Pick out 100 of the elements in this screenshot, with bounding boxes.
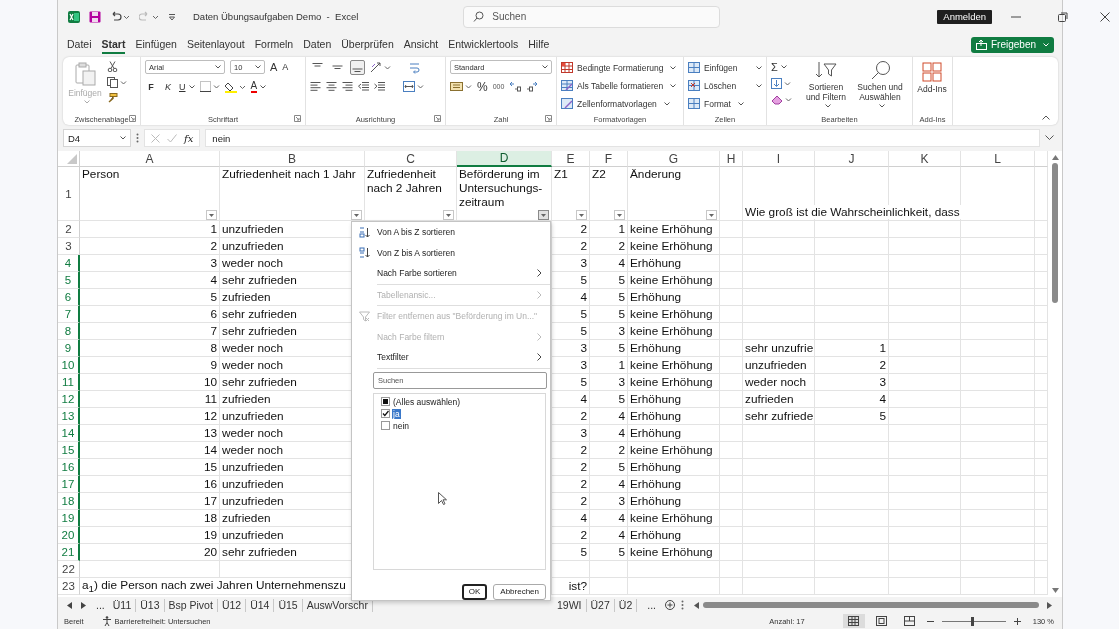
add-ins-button[interactable]: Add-Ins: [917, 60, 947, 113]
row-number[interactable]: 18: [58, 493, 80, 510]
menu-tab[interactable]: Ansicht: [403, 35, 439, 54]
underline-button[interactable]: U: [179, 80, 195, 93]
row-number[interactable]: 11: [58, 374, 80, 391]
sheet-tab[interactable]: Ü12: [217, 598, 247, 612]
sheet-tab[interactable]: Ü2: [614, 598, 638, 612]
row-number[interactable]: 12: [58, 391, 80, 408]
cell-text: 14: [203, 443, 217, 457]
format-as-table-button[interactable]: Als Tabelle formatieren: [561, 78, 679, 93]
more-sheets-button[interactable]: ...: [643, 598, 660, 612]
row-number[interactable]: 21: [58, 544, 80, 561]
shrink-font-button[interactable]: A: [282, 60, 289, 74]
autosum-button[interactable]: Σ: [771, 60, 787, 73]
bold-button[interactable]: F: [145, 80, 157, 93]
cell-text: 17: [203, 494, 217, 508]
column-header[interactable]: J: [815, 151, 889, 167]
row-number[interactable]: 19: [58, 510, 80, 527]
column-header[interactable]: K: [889, 151, 961, 167]
cell-text: 2: [580, 460, 587, 474]
row-number[interactable]: 15: [58, 442, 80, 459]
menu-tab[interactable]: Seitenlayout: [186, 35, 245, 54]
row-number[interactable]: 20: [58, 527, 80, 544]
column-header[interactable]: G: [628, 151, 720, 167]
cell-text: Erhöhung: [630, 392, 682, 406]
sheet-tab[interactable]: Ü13: [136, 598, 165, 612]
menu-item[interactable]: Textfilter: [352, 347, 550, 368]
sign-in-button[interactable]: Anmelden: [937, 9, 993, 24]
menu-tab[interactable]: Hilfe: [528, 35, 550, 54]
menu-tab[interactable]: Start: [101, 35, 126, 54]
menu-tab[interactable]: Datei: [67, 35, 92, 54]
cell-text: keine Erhöhung: [630, 511, 713, 525]
menu-tab[interactable]: Einfügen: [135, 35, 177, 54]
column-header[interactable]: B: [220, 151, 365, 167]
sheet-tab[interactable]: Bsp Pivot: [164, 598, 218, 612]
menu-tab[interactable]: Formeln: [254, 35, 294, 54]
list-item[interactable]: ja: [392, 408, 401, 419]
font-color-button[interactable]: A: [250, 80, 267, 93]
row-number[interactable]: 14: [58, 425, 80, 442]
row-number[interactable]: 23: [58, 578, 80, 595]
italic-button[interactable]: K: [162, 80, 174, 93]
row-number[interactable]: 13: [58, 408, 80, 425]
cell-text: unzufrieden: [222, 477, 284, 491]
cell-text: Erhöhung: [630, 290, 682, 304]
menu-tab[interactable]: Überprüfen: [341, 35, 394, 54]
menu-tab[interactable]: Entwicklertools: [448, 35, 519, 54]
menu-tab[interactable]: Daten: [303, 35, 332, 54]
row-number[interactable]: 6: [58, 289, 80, 306]
share-button[interactable]: Freigeben: [970, 36, 1054, 53]
list-item[interactable]: nein: [392, 420, 411, 431]
cell-styles-button[interactable]: Zellenformatvorlagen: [561, 96, 679, 111]
cell-text: 2: [618, 239, 625, 253]
ok-button[interactable]: OK: [461, 583, 488, 600]
row-number[interactable]: 8: [58, 323, 80, 340]
find-select-button[interactable]: Suchen und Auswählen: [855, 60, 905, 113]
cancel-button[interactable]: Abbrechen: [493, 583, 546, 600]
name-box[interactable]: D4: [63, 129, 131, 147]
row-number[interactable]: 1: [58, 167, 80, 221]
sort-filter-button[interactable]: Sortieren und Filtern: [801, 60, 851, 113]
formula-field[interactable]: nein: [205, 129, 1040, 147]
list-item[interactable]: (Alles auswählen): [392, 396, 462, 407]
menu-item[interactable]: Von A bis Z sortieren: [352, 222, 550, 243]
conditional-formatting-button[interactable]: Bedingte Formatierung: [561, 60, 679, 75]
more-sheets-button[interactable]: ...: [92, 598, 109, 612]
row-number[interactable]: 3: [58, 238, 80, 255]
row-number[interactable]: 2: [58, 221, 80, 238]
cell-text: 4: [618, 256, 625, 270]
format-cells-button[interactable]: Format: [688, 96, 762, 111]
cell-text: 12: [203, 409, 217, 423]
insert-function-button[interactable]: fx: [184, 132, 194, 144]
column-header[interactable]: I: [743, 151, 815, 167]
column-header[interactable]: D: [457, 151, 552, 167]
percent-button[interactable]: %: [477, 80, 488, 93]
row-number[interactable]: 16: [58, 459, 80, 476]
row-number[interactable]: 7: [58, 306, 80, 323]
menu-item[interactable]: Von Z bis A sortieren: [352, 242, 550, 263]
column-header[interactable]: L: [961, 151, 1035, 167]
insert-cells-button[interactable]: Einfügen: [688, 60, 762, 75]
column-header[interactable]: A: [80, 151, 220, 167]
delete-cells-button[interactable]: Löschen: [688, 78, 762, 93]
row-number[interactable]: 9: [58, 340, 80, 357]
grow-font-button[interactable]: A: [270, 60, 278, 74]
cell-text: 4: [618, 528, 625, 542]
row-number[interactable]: 10: [58, 357, 80, 374]
column-header[interactable]: E: [552, 151, 590, 167]
column-header[interactable]: F: [590, 151, 628, 167]
row-number[interactable]: 5: [58, 272, 80, 289]
row-number[interactable]: 4: [58, 255, 80, 272]
sheet-tab[interactable]: Ü14: [246, 598, 275, 612]
row-number[interactable]: 17: [58, 476, 80, 493]
cell-text: 5: [618, 341, 625, 355]
sheet-tab[interactable]: Ü11: [108, 598, 137, 612]
row-number[interactable]: 22: [58, 561, 80, 578]
menu-item[interactable]: Nach Farbe sortieren: [352, 263, 550, 284]
sheet-tab[interactable]: 19WI: [553, 598, 587, 612]
cell-text: 9: [210, 358, 217, 372]
sheet-tab[interactable]: Ü15: [274, 598, 303, 612]
sheet-tab[interactable]: Ü27: [586, 598, 615, 612]
column-header[interactable]: H: [720, 151, 743, 167]
cell-text: unzufrieden: [745, 358, 807, 372]
